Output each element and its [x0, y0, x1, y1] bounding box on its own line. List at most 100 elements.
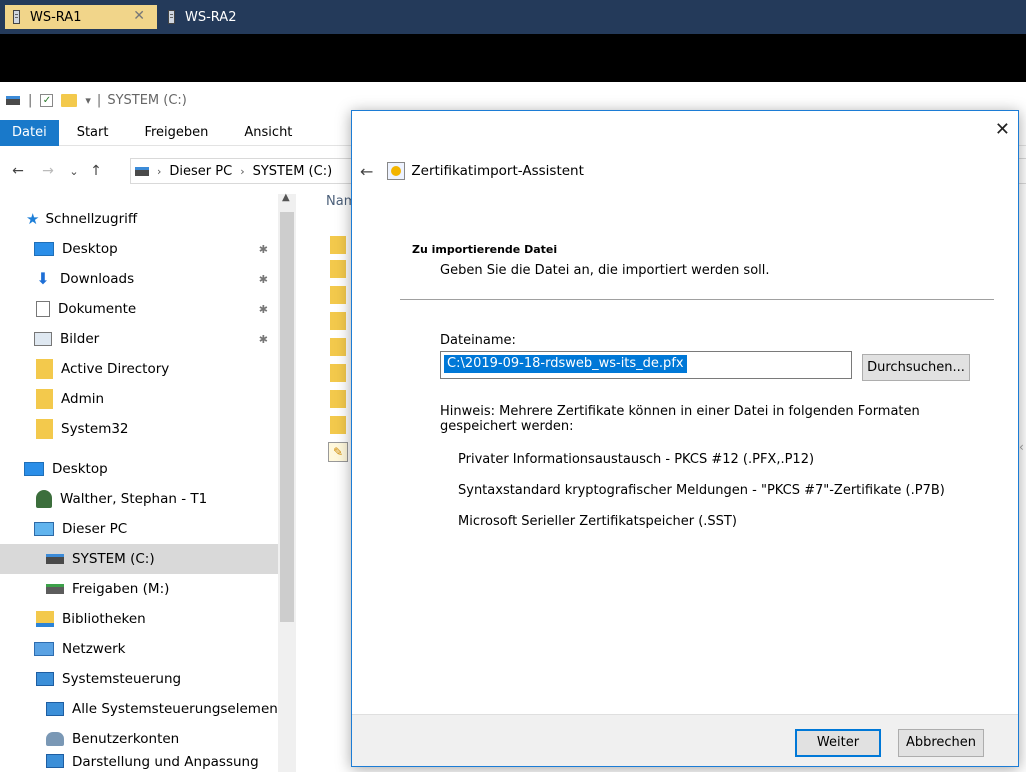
- recent-locations-icon[interactable]: ⌄: [64, 165, 84, 178]
- remote-toolbar-area: [0, 34, 1026, 82]
- new-folder-icon[interactable]: [61, 93, 78, 107]
- folder-icon: [36, 419, 53, 439]
- tree-item-desktop-root[interactable]: Desktop: [0, 454, 278, 484]
- drive-icon: [46, 554, 64, 564]
- session-tab-label: WS-RA1: [30, 9, 82, 25]
- scrollbar-thumb[interactable]: [280, 212, 294, 622]
- cancel-button[interactable]: Abbrechen: [898, 729, 984, 757]
- tree-item-user[interactable]: Walther, Stephan - T1: [0, 484, 278, 514]
- certificate-wizard-icon: [387, 162, 406, 180]
- divider: [400, 299, 994, 300]
- quick-access-toolbar: | ✓ ▾ | SYSTEM (C:): [0, 90, 187, 110]
- tree-item-systemsteuerung[interactable]: Systemsteuerung: [0, 664, 278, 694]
- session-tab-ws-ra2[interactable]: WS-RA2: [160, 5, 270, 29]
- control-panel-icon: [46, 702, 64, 716]
- back-arrow-icon[interactable]: ←: [360, 162, 373, 181]
- tab-start[interactable]: Start: [59, 120, 127, 146]
- pictures-icon: [34, 332, 52, 346]
- tree-item-benutzerkonten[interactable]: Benutzerkonten: [0, 724, 278, 754]
- tree-item-dokumente[interactable]: Dokumente ✱: [0, 294, 278, 324]
- filename-input[interactable]: C:\2019-09-18-rdsweb_ws-its_de.pfx: [440, 351, 852, 379]
- back-arrow-icon[interactable]: ←: [8, 163, 28, 179]
- tree-item-netzwerk[interactable]: Netzwerk: [0, 634, 278, 664]
- tree-item-label: Dieser PC: [62, 521, 128, 537]
- window-title: SYSTEM (C:): [107, 92, 187, 108]
- scroll-left-icon[interactable]: ‹: [1019, 440, 1024, 454]
- folder-icon: [36, 359, 53, 379]
- breadcrumb-dieser-pc[interactable]: Dieser PC: [169, 164, 232, 179]
- tree-item-admin[interactable]: Admin: [0, 384, 278, 414]
- tree-item-bibliotheken[interactable]: Bibliotheken: [0, 604, 278, 634]
- navigation-pane: ★ Schnellzugriff Desktop ✱ ⬇ Downloads ✱…: [0, 194, 278, 772]
- tree-item-label: Darstellung und Anpassung: [72, 754, 259, 770]
- folder-icon[interactable]: [330, 338, 346, 356]
- control-panel-icon: [46, 754, 64, 768]
- user-icon: [36, 490, 52, 508]
- folder-icon[interactable]: [330, 260, 346, 278]
- breadcrumb-system-c[interactable]: SYSTEM (C:): [253, 164, 333, 179]
- tab-ansicht[interactable]: Ansicht: [226, 120, 310, 146]
- tree-item-label: Active Directory: [61, 361, 170, 377]
- drive-icon: [6, 95, 20, 105]
- network-icon: [34, 642, 54, 656]
- tree-item-alle-systemsteuerungselemente[interactable]: Alle Systemsteuerungselemente: [0, 694, 278, 724]
- up-arrow-icon[interactable]: ↑: [86, 163, 106, 179]
- folder-icon[interactable]: [330, 286, 346, 304]
- tree-item-freigaben[interactable]: Freigaben (M:): [0, 574, 278, 604]
- properties-icon[interactable]: ✓: [40, 93, 54, 107]
- section-subtitle: Geben Sie die Datei an, die importiert w…: [440, 263, 770, 278]
- network-drive-icon: [46, 584, 64, 594]
- tab-datei[interactable]: Datei: [0, 119, 59, 146]
- tree-item-system-c[interactable]: SYSTEM (C:): [0, 544, 278, 574]
- tree-item-label: System32: [61, 421, 129, 437]
- folder-icon[interactable]: [330, 390, 346, 408]
- tree-item-label: Dokumente: [58, 301, 137, 317]
- close-icon[interactable]: ✕: [995, 119, 1010, 140]
- folder-icon[interactable]: [330, 236, 346, 254]
- format-item-pfx: Privater Informationsaustausch - PKCS #1…: [458, 452, 815, 467]
- download-icon: ⬇: [36, 269, 50, 288]
- tree-item-label: Systemsteuerung: [62, 671, 182, 687]
- document-icon: [36, 301, 50, 317]
- tree-item-label: Freigaben (M:): [72, 581, 170, 597]
- computer-icon: [34, 522, 54, 536]
- folder-icon[interactable]: [330, 312, 346, 330]
- tree-item-downloads[interactable]: ⬇ Downloads ✱: [0, 264, 278, 294]
- certificate-import-wizard: ✕ ← Zertifikatimport-Assistent Zu import…: [351, 110, 1019, 767]
- format-hint: Hinweis: Mehrere Zertifikate können in e…: [440, 404, 920, 434]
- pin-icon[interactable]: ✱: [259, 243, 268, 256]
- pin-icon[interactable]: ✱: [259, 333, 268, 346]
- tree-item-label: Bilder: [60, 331, 100, 347]
- toolbar-separator: |: [96, 92, 102, 108]
- certificate-file-icon[interactable]: ✎: [328, 442, 348, 462]
- folder-icon[interactable]: [330, 416, 346, 434]
- customize-dropdown-icon[interactable]: ▾: [85, 94, 91, 107]
- pin-icon[interactable]: ✱: [259, 273, 268, 286]
- tree-item-label: Desktop: [52, 461, 108, 477]
- next-button[interactable]: Weiter: [795, 729, 881, 757]
- tree-item-active-directory[interactable]: Active Directory: [0, 354, 278, 384]
- tree-item-schnellzugriff[interactable]: ★ Schnellzugriff: [0, 204, 278, 234]
- forward-arrow-icon[interactable]: →: [38, 163, 58, 179]
- tree-item-darstellung[interactable]: Darstellung und Anpassung: [0, 754, 278, 772]
- session-tab-ws-ra1[interactable]: WS-RA1 ✕: [5, 5, 157, 29]
- tree-item-bilder[interactable]: Bilder ✱: [0, 324, 278, 354]
- folder-icon[interactable]: [330, 364, 346, 382]
- tree-item-label: Netzwerk: [62, 641, 126, 657]
- tree-item-system32[interactable]: System32: [0, 414, 278, 444]
- browse-button[interactable]: Durchsuchen...: [862, 354, 970, 381]
- tree-item-desktop[interactable]: Desktop ✱: [0, 234, 278, 264]
- session-tab-bar: WS-RA1 ✕ WS-RA2: [0, 0, 1026, 34]
- pin-icon[interactable]: ✱: [259, 303, 268, 316]
- tab-freigeben[interactable]: Freigeben: [126, 120, 226, 146]
- scroll-up-icon[interactable]: ▲: [282, 192, 290, 203]
- tree-item-dieser-pc[interactable]: Dieser PC: [0, 514, 278, 544]
- close-icon[interactable]: ✕: [133, 8, 145, 24]
- filename-label: Dateiname:: [440, 333, 516, 348]
- server-icon: [13, 10, 20, 24]
- wizard-title: Zertifikatimport-Assistent: [411, 163, 584, 179]
- tree-item-label: Bibliotheken: [62, 611, 146, 627]
- users-icon: [46, 732, 64, 746]
- breadcrumb-separator: ›: [157, 164, 162, 178]
- server-icon: [168, 10, 175, 24]
